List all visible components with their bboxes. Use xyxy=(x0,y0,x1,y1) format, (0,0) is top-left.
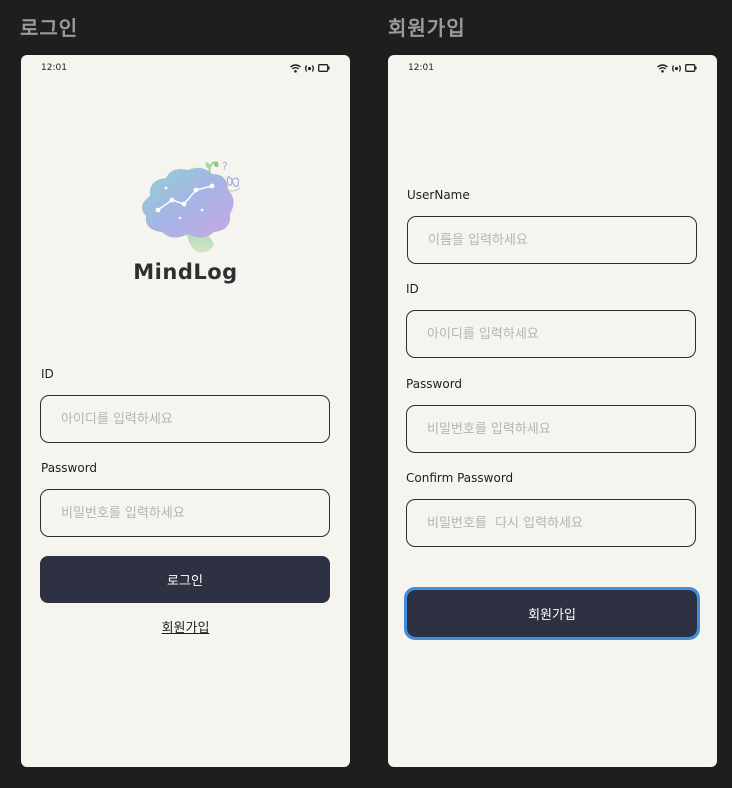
signup-link[interactable]: 회원가입 xyxy=(21,617,350,636)
confirm-password-label: Confirm Password xyxy=(406,471,514,485)
id-input[interactable] xyxy=(40,395,330,443)
status-icons xyxy=(657,63,697,73)
password-input[interactable] xyxy=(40,489,330,537)
signal-icon xyxy=(672,64,681,72)
wifi-icon xyxy=(290,63,301,73)
logo-text: MindLog xyxy=(133,260,238,284)
svg-text:?: ? xyxy=(222,160,228,173)
status-bar: 12:01 xyxy=(21,60,350,76)
username-input[interactable] xyxy=(407,216,697,264)
login-frame-title: 로그인 xyxy=(20,16,79,40)
mindlog-logo: ? MindLog xyxy=(21,158,350,284)
username-label: UserName xyxy=(407,188,470,202)
login-button[interactable]: 로그인 xyxy=(40,556,330,603)
login-screen: 12:01 ? MindLog ID 아이디를 입력하세요 Password 로… xyxy=(21,55,350,767)
confirm-password-input[interactable] xyxy=(406,499,696,547)
signup-frame-title: 회원가입 xyxy=(388,16,466,40)
status-time: 12:01 xyxy=(408,63,434,73)
signup-screen: 12:01 UserName ID Password Confirm Passw… xyxy=(388,55,717,767)
status-icons xyxy=(290,63,330,73)
password-input[interactable] xyxy=(406,405,696,453)
id-label: ID xyxy=(406,282,419,296)
id-label: ID xyxy=(41,367,54,381)
id-input[interactable] xyxy=(406,310,696,358)
signup-button[interactable]: 회원가입 xyxy=(404,587,700,640)
battery-icon xyxy=(685,64,697,72)
battery-icon xyxy=(318,64,330,72)
status-time: 12:01 xyxy=(41,63,67,73)
password-label: Password xyxy=(41,461,98,475)
signal-icon xyxy=(305,64,314,72)
wifi-icon xyxy=(657,63,668,73)
password-label: Password xyxy=(406,377,463,391)
brain-logo-icon: ? xyxy=(141,160,240,253)
status-bar: 12:01 xyxy=(388,60,717,76)
